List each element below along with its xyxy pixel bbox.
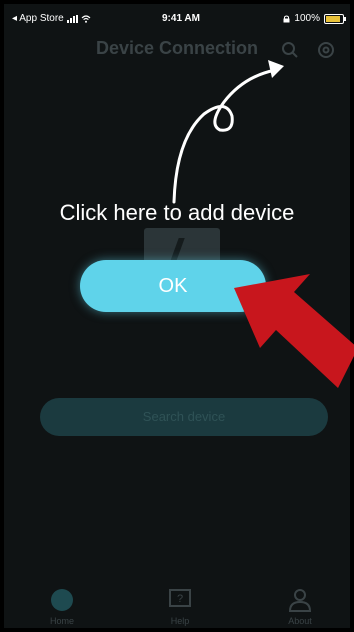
screen: ◂ App Store 9:41 AM 100% Device Connecti… — [4, 4, 354, 628]
battery-icon — [324, 13, 346, 24]
signal-icon — [66, 14, 78, 23]
help-icon: ? — [169, 589, 191, 607]
gear-icon[interactable] — [316, 40, 336, 60]
tab-about-label: About — [288, 616, 312, 626]
status-right-group: 100% — [283, 13, 346, 24]
lock-icon — [283, 15, 290, 22]
tab-home-label: Home — [49, 616, 74, 626]
home-icon — [51, 589, 73, 611]
red-arrow-icon — [234, 274, 354, 388]
battery-percent: 100% — [294, 13, 320, 24]
status-carrier-group: ◂ App Store — [12, 13, 91, 24]
tab-bar: Home ? Help About — [4, 584, 350, 628]
battery-fill — [326, 15, 340, 22]
carrier-label: ◂ App Store — [12, 13, 64, 24]
tab-about[interactable]: About — [260, 584, 340, 628]
tab-help-label: Help — [170, 616, 190, 626]
search-device-button[interactable]: Search device — [40, 398, 328, 436]
curved-pointer-arrow-icon — [172, 60, 284, 204]
status-bar: ◂ App Store 9:41 AM 100% — [12, 11, 350, 27]
tab-help[interactable]: ? Help — [140, 584, 220, 628]
status-time: 9:41 AM — [162, 13, 200, 24]
tab-home[interactable]: Home — [22, 584, 102, 628]
tutorial-hint: Click here to add device — [59, 200, 295, 225]
svg-text:?: ? — [177, 593, 183, 605]
wifi-icon — [81, 14, 91, 23]
app-screen: ◂ App Store 9:41 AM 100% Device Connecti… — [0, 0, 354, 632]
profile-icon — [288, 589, 312, 612]
